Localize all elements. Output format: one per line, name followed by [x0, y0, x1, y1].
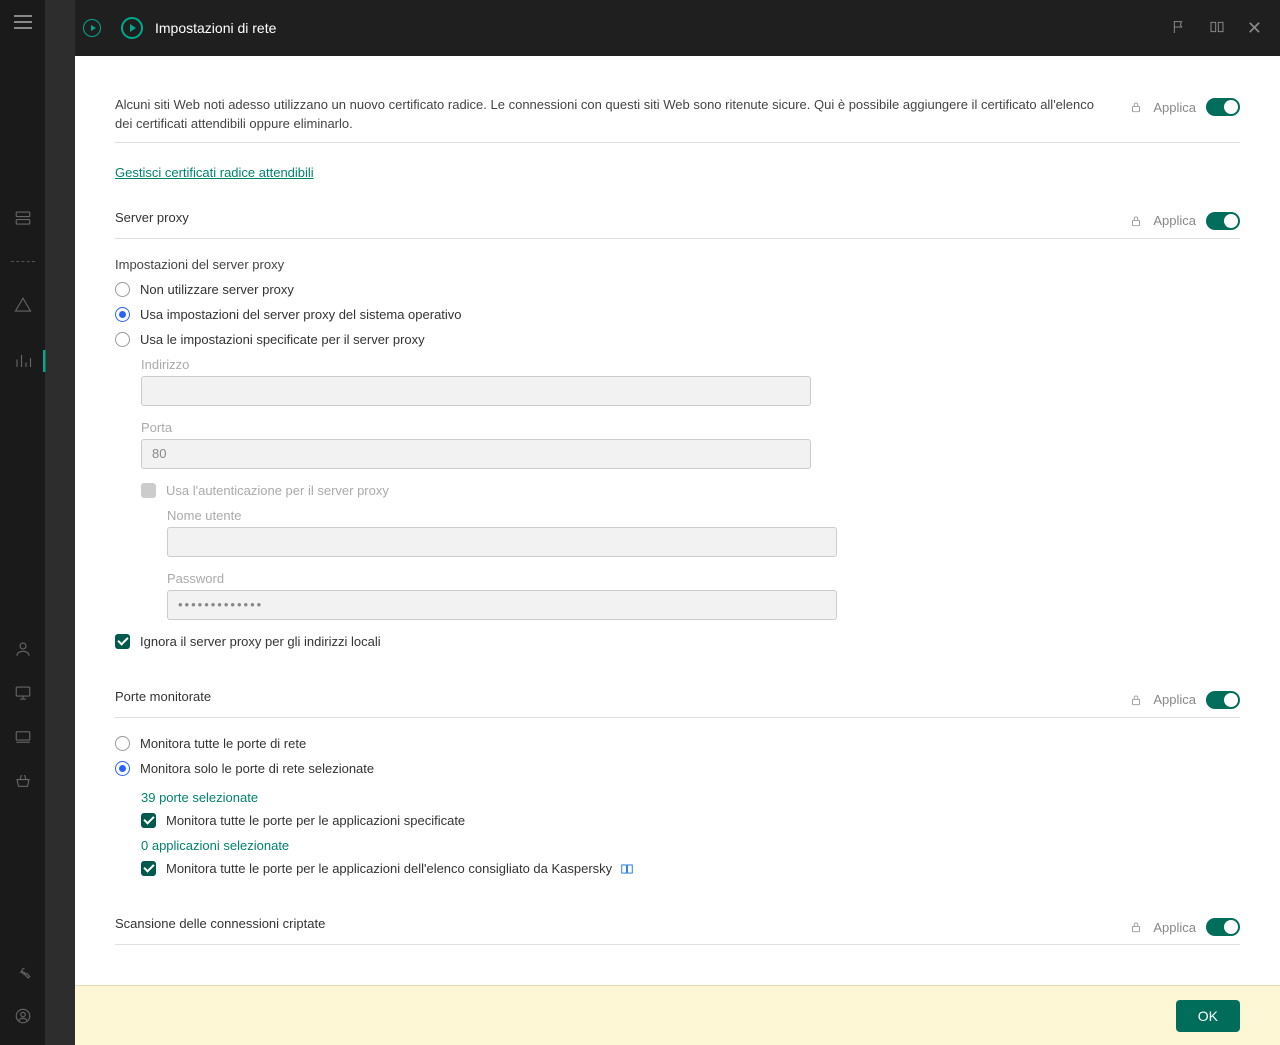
ok-button[interactable]: OK: [1176, 1000, 1240, 1032]
menu-hamburger-icon[interactable]: [14, 15, 32, 29]
proxy-opt-os-row: Usa impostazioni del server proxy del si…: [115, 307, 1240, 322]
certificates-intro-text: Alcuni siti Web noti adesso utilizzano u…: [115, 96, 1099, 134]
nav-account-circle-icon[interactable]: [14, 1007, 32, 1025]
applica-label: Applica: [1153, 692, 1196, 707]
section-encrypted-header: Scansione delle connessioni criptate App…: [115, 916, 1240, 945]
ports-selected-link[interactable]: 39 porte selezionate: [141, 790, 258, 805]
proxy-settings-label: Impostazioni del server proxy: [115, 257, 1240, 272]
proxy-auth-label: Usa l'autenticazione per il server proxy: [166, 483, 389, 498]
nav-server-icon[interactable]: [14, 209, 32, 227]
ports-radio-selected[interactable]: [115, 761, 130, 776]
panel-content: Alcuni siti Web noti adesso utilizzano u…: [75, 56, 1280, 1045]
proxy-auth-checkbox[interactable]: [141, 483, 156, 498]
nav-user-icon[interactable]: [14, 640, 32, 658]
ports-section-title: Porte monitorate: [115, 689, 1099, 704]
certificates-toggle[interactable]: [1206, 98, 1240, 116]
proxy-section-title: Server proxy: [115, 210, 1099, 225]
nav-warning-icon[interactable]: [14, 296, 32, 314]
proxy-bypass-label: Ignora il server proxy per gli indirizzi…: [140, 634, 381, 649]
back-icon-small[interactable]: [83, 19, 101, 37]
lock-icon: [1129, 693, 1143, 707]
flag-icon[interactable]: [1171, 19, 1187, 38]
encrypted-section-title: Scansione delle connessioni criptate: [115, 916, 1099, 931]
panel-header: Impostazioni di rete ✕: [75, 0, 1280, 56]
proxy-user-input[interactable]: [167, 527, 837, 557]
proxy-radio-manual[interactable]: [115, 332, 130, 347]
close-icon[interactable]: ✕: [1247, 19, 1262, 37]
applica-label: Applica: [1153, 100, 1196, 115]
ports-opt-selected-label: Monitora solo le porte di rete seleziona…: [140, 761, 374, 776]
ports-kaspersky-row: Monitora tutte le porte per le applicazi…: [141, 861, 1240, 877]
proxy-toggle[interactable]: [1206, 212, 1240, 230]
proxy-password-input[interactable]: [167, 590, 837, 620]
proxy-password-label: Password: [167, 571, 1240, 586]
proxy-user-label: Nome utente: [167, 508, 1240, 523]
ports-kaspersky-label: Monitora tutte le porte per le applicazi…: [166, 861, 634, 877]
nav-wrench-icon[interactable]: [14, 963, 32, 981]
ports-opt-all-label: Monitora tutte le porte di rete: [140, 736, 306, 751]
section-proxy-header: Server proxy Applica: [115, 210, 1240, 239]
lock-icon: [1129, 100, 1143, 114]
nav-chart-icon[interactable]: [14, 352, 32, 370]
nav-rail: [0, 0, 45, 1045]
lock-icon: [1129, 214, 1143, 228]
ports-kaspersky-checkbox[interactable]: [141, 861, 156, 876]
proxy-bypass-row: Ignora il server proxy per gli indirizzi…: [115, 634, 1240, 649]
back-icon[interactable]: [121, 17, 143, 39]
book-open-icon[interactable]: [1209, 19, 1225, 38]
nav-monitor-icon[interactable]: [14, 728, 32, 746]
proxy-bypass-checkbox[interactable]: [115, 634, 130, 649]
settings-panel: Impostazioni di rete ✕ Alcuni siti Web n…: [75, 0, 1280, 1045]
nav-separator: [11, 261, 35, 262]
ports-radio-all[interactable]: [115, 736, 130, 751]
ports-apps-checkbox[interactable]: [141, 813, 156, 828]
proxy-port-label: Porta: [141, 420, 1240, 435]
nav-basket-icon[interactable]: [14, 772, 32, 790]
ports-opt-all-row: Monitora tutte le porte di rete: [115, 736, 1240, 751]
nav-desktop-icon[interactable]: [14, 684, 32, 702]
proxy-opt-none-row: Non utilizzare server proxy: [115, 282, 1240, 297]
secondary-column: [45, 0, 75, 1045]
proxy-address-input[interactable]: [141, 376, 811, 406]
proxy-radio-none[interactable]: [115, 282, 130, 297]
ports-apps-link[interactable]: 0 applicazioni selezionate: [141, 838, 289, 853]
page-title: Impostazioni di rete: [155, 20, 276, 36]
ports-toggle[interactable]: [1206, 691, 1240, 709]
proxy-opt-manual-row: Usa le impostazioni specificate per il s…: [115, 332, 1240, 347]
proxy-address-label: Indirizzo: [141, 357, 1240, 372]
panel-footer: OK: [75, 985, 1280, 1045]
proxy-opt-manual-label: Usa le impostazioni specificate per il s…: [140, 332, 425, 347]
proxy-auth-row: Usa l'autenticazione per il server proxy: [141, 483, 1240, 498]
applica-label: Applica: [1153, 213, 1196, 228]
help-book-icon[interactable]: [620, 862, 634, 876]
proxy-port-input[interactable]: [141, 439, 811, 469]
section-certificates: Alcuni siti Web noti adesso utilizzano u…: [115, 96, 1240, 143]
ports-apps-label: Monitora tutte le porte per le applicazi…: [166, 813, 465, 828]
ports-apps-row: Monitora tutte le porte per le applicazi…: [141, 813, 1240, 828]
proxy-opt-os-label: Usa impostazioni del server proxy del si…: [140, 307, 462, 322]
ports-opt-selected-row: Monitora solo le porte di rete seleziona…: [115, 761, 1240, 776]
encrypted-toggle[interactable]: [1206, 918, 1240, 936]
proxy-opt-none-label: Non utilizzare server proxy: [140, 282, 294, 297]
manage-certificates-link[interactable]: Gestisci certificati radice attendibili: [115, 165, 314, 180]
lock-icon: [1129, 920, 1143, 934]
applica-label: Applica: [1153, 920, 1196, 935]
proxy-radio-os[interactable]: [115, 307, 130, 322]
section-ports-header: Porte monitorate Applica: [115, 689, 1240, 718]
